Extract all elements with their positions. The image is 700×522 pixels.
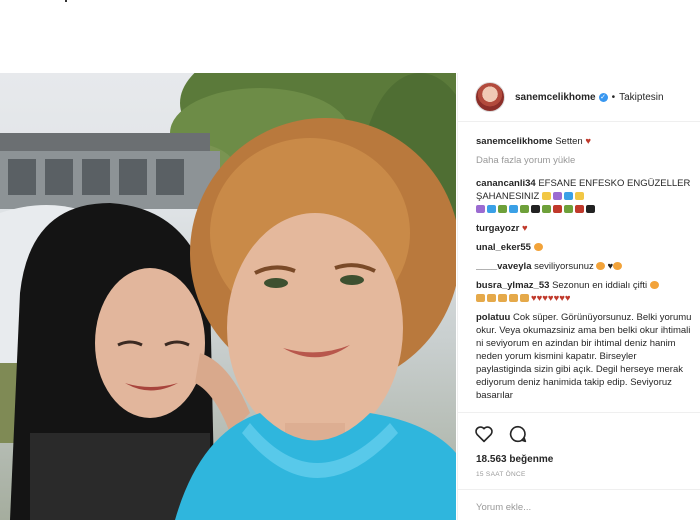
follow-status[interactable]: Takiptesin (619, 92, 663, 103)
kiss-emoji-icon (613, 262, 623, 271)
heart-emoji-icon (564, 192, 573, 201)
heart-emoji-icon (586, 205, 595, 214)
comment-item: polatuu Cok süper. Görünüyorsunuz. Belki… (476, 311, 694, 402)
heart-emoji-icon (553, 192, 562, 201)
comment-username[interactable]: unal_eker55 (476, 242, 531, 253)
comment-bubble-icon[interactable] (508, 425, 528, 443)
comment-list: sanemcelikhome Setten ♥ Daha fazla yorum… (476, 135, 694, 411)
heart-emoji-icon (487, 205, 496, 214)
clover-emoji-icon (564, 205, 573, 214)
comment-item: busra_ylmaz_53 Sezonun en iddialı çifti … (476, 279, 694, 305)
comment-username[interactable]: turgayozr (476, 223, 519, 234)
comment-text: Cok süper. Görünüyorsunuz. Belki yorumu … (476, 312, 692, 401)
lips-icon: ♥ (521, 223, 528, 234)
caption-text: Setten (555, 136, 583, 147)
tulip-emoji-icon (575, 205, 584, 214)
clap-emoji-icon (520, 294, 529, 303)
like-count[interactable]: 18.563 beğenme (476, 454, 553, 465)
comment-username[interactable]: ____vaveyla (476, 261, 531, 272)
tulip-emoji-icon (553, 205, 562, 214)
heart-emoji-icon (575, 192, 584, 201)
post-username[interactable]: sanemcelikhome (515, 92, 596, 103)
post-photo[interactable] (0, 73, 456, 520)
comment-item: turgayozr ♥ (476, 222, 694, 235)
clover-emoji-icon (520, 205, 529, 214)
like-heart-icon[interactable] (474, 425, 494, 443)
comment-input[interactable] (474, 498, 678, 516)
post-timestamp: 15 SAAT ÖNCE (476, 471, 526, 478)
comment-item: canancanli34 EFSANE ENFESKO ENGÜZELLER Ş… (476, 177, 694, 216)
caption-username[interactable]: sanemcelikhome (476, 136, 553, 147)
clap-emoji-icon (487, 294, 496, 303)
comment-text: seviliyorsunuz (534, 261, 594, 272)
heart-emoji-icon (542, 192, 551, 201)
load-more-comments[interactable]: Daha fazla yorum yükle (476, 154, 694, 167)
lips-icon: ♥♥♥♥♥♥♥ (531, 293, 571, 304)
heart-eyes-emoji-icon (596, 262, 606, 271)
smiley-emoji-icon (533, 243, 543, 252)
post-header: sanemcelikhome ✓ • Takiptesin (458, 73, 700, 122)
post-side-panel: sanemcelikhome ✓ • Takiptesin sanemcelik… (457, 73, 700, 520)
comment-item: unal_eker55 (476, 241, 694, 254)
post-actions: 18.563 beğenme 15 SAAT ÖNCE (458, 412, 700, 521)
heart-emoji-icon (531, 205, 540, 214)
avatar[interactable] (475, 82, 505, 112)
sunglasses-emoji-icon (649, 281, 659, 290)
selfie-illustration (0, 73, 456, 520)
verified-badge-icon: ✓ (598, 92, 608, 102)
clover-emoji-icon (498, 205, 507, 214)
clap-emoji-icon (498, 294, 507, 303)
header-separator: • (611, 91, 616, 103)
comment-username[interactable]: polatuu (476, 312, 510, 323)
lips-icon: ♥ (585, 136, 591, 147)
heart-emoji-icon (509, 205, 518, 214)
comment-username[interactable]: busra_ylmaz_53 (476, 280, 549, 291)
comment-text: Sezonun en iddialı çifti (552, 280, 648, 291)
clap-emoji-icon (509, 294, 518, 303)
clover-emoji-icon (542, 205, 551, 214)
stray-dot (65, 0, 67, 2)
caption: sanemcelikhome Setten ♥ (476, 135, 694, 148)
muscle-emoji-icon (476, 294, 485, 303)
heart-emoji-icon (476, 205, 485, 214)
comment-username[interactable]: canancanli34 (476, 178, 536, 189)
add-comment-bar (458, 489, 700, 522)
comment-item: ____vaveyla seviliyorsunuz ♥ (476, 260, 694, 273)
